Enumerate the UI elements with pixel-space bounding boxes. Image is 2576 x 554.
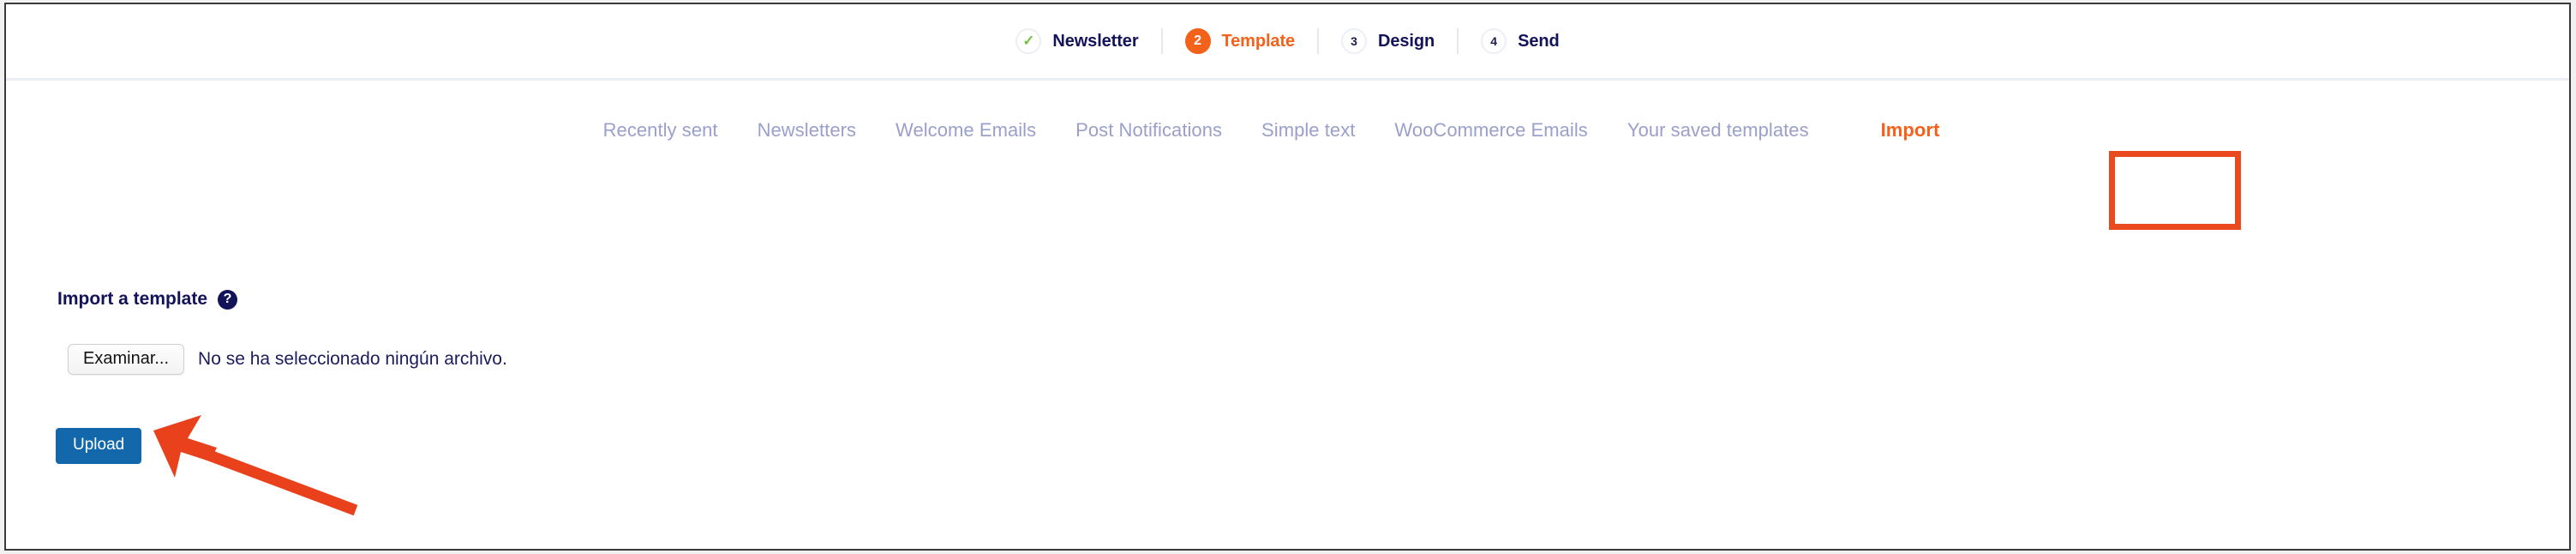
template-category-tabs: Recently sent Newsletters Welcome Emails… bbox=[6, 81, 2569, 189]
tab-your-saved-templates[interactable]: Your saved templates bbox=[1608, 119, 1829, 142]
tab-simple-text[interactable]: Simple text bbox=[1242, 119, 1375, 142]
check-icon: ✓ bbox=[1022, 33, 1035, 49]
app-window: ✓ Newsletter 2 Template 3 Design 4 Send bbox=[4, 3, 2571, 551]
browse-file-button[interactable]: Examinar... bbox=[68, 344, 185, 375]
tab-import[interactable]: Import bbox=[1861, 119, 1960, 142]
selected-file-status: No se ha seleccionado ningún archivo. bbox=[198, 349, 507, 369]
wizard-step-label-template: Template bbox=[1221, 31, 1296, 51]
help-icon[interactable]: ? bbox=[218, 289, 238, 310]
page-title: Import a template ? bbox=[57, 289, 238, 310]
tab-recently-sent[interactable]: Recently sent bbox=[584, 119, 738, 142]
import-panel: Import a template ? Examinar... No se ha… bbox=[6, 179, 2569, 549]
tab-import-wrapper[interactable]: Import bbox=[1829, 91, 1992, 189]
wizard-step-label-send: Send bbox=[1518, 31, 1560, 51]
page-title-text: Import a template bbox=[57, 289, 208, 309]
wizard-step-newsletter[interactable]: ✓ Newsletter bbox=[993, 28, 1160, 54]
wizard-step-template[interactable]: 2 Template bbox=[1160, 28, 1318, 54]
tab-welcome-emails[interactable]: Welcome Emails bbox=[876, 119, 1056, 142]
tab-newsletters[interactable]: Newsletters bbox=[738, 119, 876, 142]
step-marker-2: 2 bbox=[1184, 28, 1211, 54]
step-marker-completed-icon: ✓ bbox=[1015, 28, 1042, 54]
step-marker-4: 4 bbox=[1481, 28, 1507, 54]
file-upload-row: Examinar... No se ha seleccionado ningún… bbox=[68, 344, 507, 375]
step-marker-3: 3 bbox=[1341, 28, 1368, 54]
wizard-steps: ✓ Newsletter 2 Template 3 Design 4 Send bbox=[6, 4, 2569, 78]
wizard-step-label-newsletter: Newsletter bbox=[1052, 31, 1139, 51]
tab-woocommerce-emails[interactable]: WooCommerce Emails bbox=[1375, 119, 1607, 142]
screenshot-root: ✓ Newsletter 2 Template 3 Design 4 Send bbox=[0, 0, 2576, 554]
wizard-step-label-design: Design bbox=[1378, 31, 1435, 51]
wizard-step-send[interactable]: 4 Send bbox=[1457, 28, 1582, 54]
upload-button[interactable]: Upload bbox=[56, 428, 142, 464]
wizard-step-design[interactable]: 3 Design bbox=[1317, 28, 1457, 54]
tab-post-notifications[interactable]: Post Notifications bbox=[1056, 119, 1242, 142]
wizard-step-bar: ✓ Newsletter 2 Template 3 Design 4 Send bbox=[6, 4, 2569, 81]
